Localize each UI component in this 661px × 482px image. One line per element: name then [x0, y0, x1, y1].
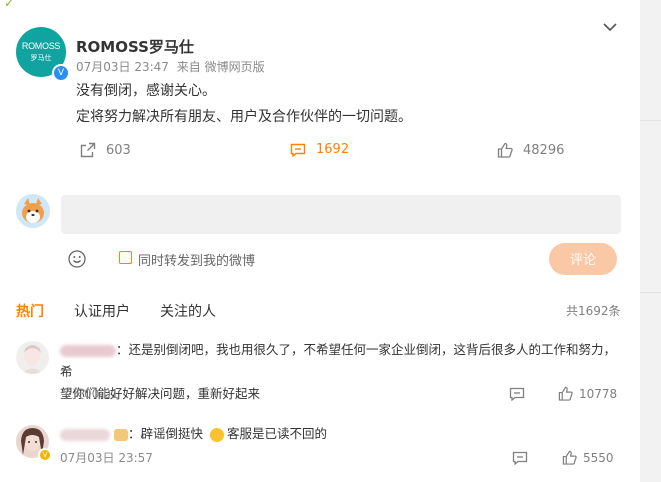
repost-button[interactable]: 603 — [80, 142, 131, 158]
post-meta: 07月03日 23:47 来自 微博网页版 — [76, 58, 269, 75]
like-icon — [497, 142, 513, 158]
check-icon: ✓ — [4, 0, 15, 10]
comment-body-line-1: ：还是别倒闭吧，我也用很久了，不希望任何一家企业倒闭，这背后很多人的工作和努力，… — [60, 342, 617, 379]
avatar-image — [16, 341, 49, 374]
commenter-avatar[interactable] — [16, 341, 49, 374]
tab-hot[interactable]: 热门 — [16, 301, 44, 321]
avatar-brand-text: ROMOSS — [21, 41, 61, 51]
like-button[interactable]: 48296 — [497, 142, 564, 158]
repost-count: 603 — [106, 142, 131, 158]
post-time[interactable]: 07月03日 23:47 — [76, 60, 169, 74]
comment-like-count: 10778 — [579, 386, 618, 401]
thinking-emoji-icon — [210, 427, 224, 442]
comment-icon — [290, 143, 306, 157]
repost-checkbox-label[interactable]: 同时转发到我的微博 — [138, 250, 255, 269]
divider — [640, 292, 661, 293]
repost-checkbox[interactable] — [119, 251, 132, 264]
comment-text: ：辟谣倒挺快 客服是已读不回的 — [60, 423, 620, 445]
like-count: 48296 — [523, 142, 565, 158]
like-icon — [562, 450, 577, 465]
comment-input[interactable] — [61, 195, 621, 234]
comment-body-after: 客服是已读不回的 — [227, 426, 328, 441]
comment-count: 1692 — [316, 142, 350, 157]
post-text-line-2: 定将努力解决所有朋友、用户及合作伙伴的一切问题。 — [76, 109, 412, 125]
comment-reply-icon[interactable] — [509, 387, 525, 401]
post-text-line-1: 没有倒闭，感谢关心。 — [76, 83, 216, 99]
like-icon — [558, 386, 573, 401]
comment-like-button[interactable]: 5550 — [562, 450, 614, 465]
comment-like-button[interactable]: 10778 — [558, 386, 617, 401]
comment-like-count: 5550 — [583, 450, 614, 465]
verified-icon: V — [52, 64, 70, 82]
emoji-icon[interactable] — [68, 250, 86, 268]
tab-verified[interactable]: 认证用户 — [74, 301, 130, 321]
weibo-post-card: ✓ ROMOSS 罗马仕 V ROMOSS罗马仕 07月03日 23:47 来自… — [0, 0, 640, 482]
submit-comment-button[interactable]: 评论 — [549, 243, 617, 275]
shiba-avatar-image — [16, 194, 50, 228]
comment-button[interactable]: 1692 — [290, 142, 349, 157]
repost-icon — [80, 142, 96, 158]
page-right-edge — [640, 0, 661, 482]
avatar-brand-subtext: 罗马仕 — [30, 54, 52, 62]
divider — [640, 120, 661, 121]
current-user-avatar[interactable] — [16, 194, 50, 228]
tab-following[interactable]: 关注的人 — [160, 301, 216, 321]
chevron-down-icon[interactable] — [602, 20, 618, 34]
verified-icon: V — [38, 448, 52, 462]
comment-time: 07月03日 23:57 — [60, 451, 153, 465]
comment-time: 今天00:01 — [60, 387, 119, 401]
commenter-name-blurred[interactable] — [60, 344, 116, 357]
comment-total: 共1692条 — [566, 304, 621, 318]
comment-text: ：还是别倒闭吧，我也用很久了，不希望任何一家企业倒闭，这背后很多人的工作和努力，… — [60, 339, 620, 405]
comment-reply-icon[interactable] — [512, 451, 528, 465]
post-source: 来自 微博网页版 — [176, 60, 265, 74]
author-name[interactable]: ROMOSS罗马仕 — [76, 36, 194, 57]
badge-icon — [114, 428, 128, 441]
comment-body: ：辟谣倒挺快 — [128, 426, 204, 441]
commenter-name-blurred[interactable] — [60, 428, 110, 441]
